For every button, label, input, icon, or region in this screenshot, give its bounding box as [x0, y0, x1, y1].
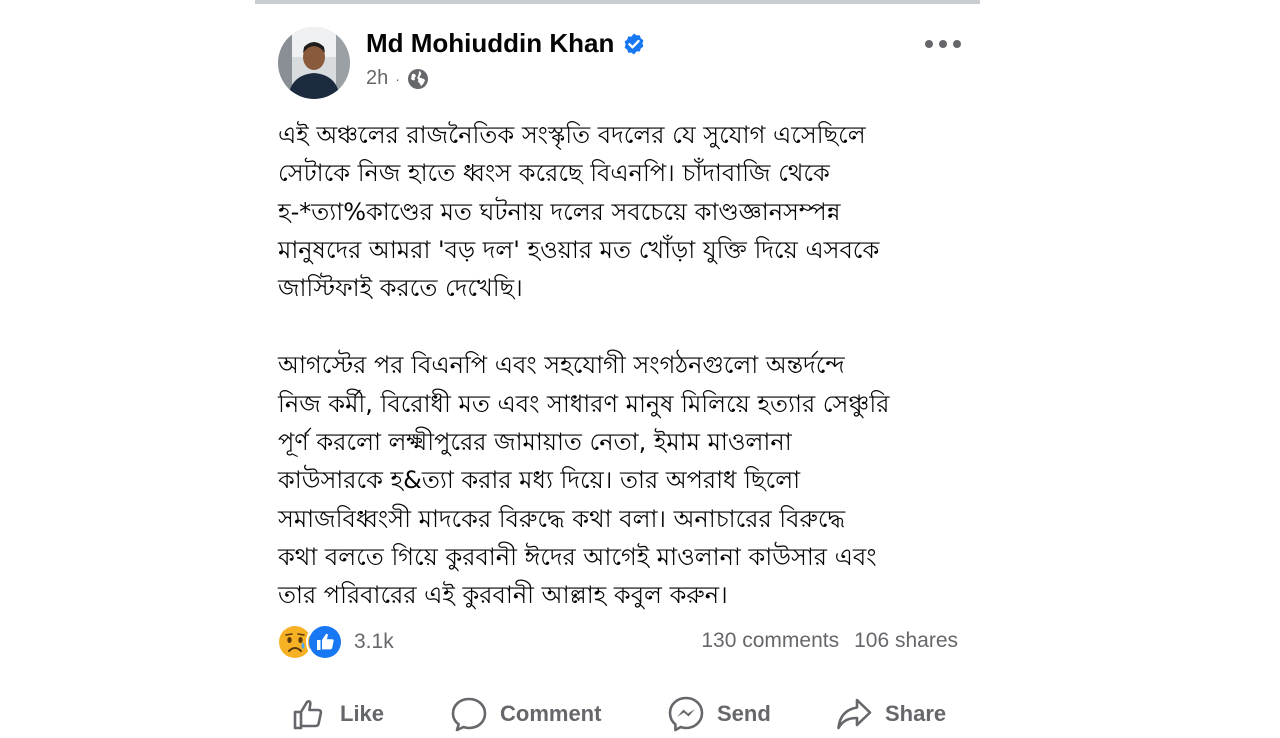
comment-label: Comment [500, 701, 602, 726]
post-actions: Like Comment Send Share [255, 690, 980, 738]
shares-count[interactable]: 106 shares [854, 629, 958, 653]
comment-icon [451, 697, 487, 732]
reaction-count: 3.1k [354, 630, 394, 653]
reaction-summary[interactable]: 3.1k [276, 623, 394, 661]
meta-separator: · [395, 70, 400, 87]
like-icon [293, 699, 323, 730]
post-body: এই অঞ্চলের রাজনৈতিক সংস্কৃতি বদলের যে সু… [278, 116, 968, 654]
author-avatar[interactable] [278, 27, 350, 99]
post-paragraph: এই অঞ্চলের রাজনৈতিক সংস্কৃতি বদলের যে সু… [278, 121, 880, 303]
post-timestamp[interactable]: 2h [366, 67, 388, 90]
globe-icon[interactable] [407, 68, 429, 90]
post-options-button[interactable] [915, 24, 971, 64]
send-label: Send [717, 701, 771, 726]
author-name[interactable]: Md Mohiuddin Khan [366, 28, 646, 59]
share-label: Share [885, 701, 947, 726]
like-label: Like [340, 701, 385, 726]
like-button[interactable]: Like [290, 690, 384, 738]
send-button[interactable]: Send [667, 690, 771, 738]
author-name-text[interactable]: Md Mohiuddin Khan [366, 28, 614, 59]
verified-badge-icon [622, 32, 646, 56]
messenger-icon [668, 696, 704, 732]
share-icon [837, 698, 872, 730]
share-button[interactable]: Share [835, 690, 946, 738]
post-meta: 2h · [366, 67, 429, 90]
feed-post: Md Mohiuddin Khan 2h · এই অঞ্চলের রাজনৈত… [255, 4, 980, 732]
like-reaction-icon [306, 623, 344, 661]
post-paragraph: আগস্টের পর বিএনপি এবং সহযোগী সংগঠনগুলো অ… [278, 351, 890, 610]
comment-button[interactable]: Comment [450, 690, 601, 738]
more-dots-icon [925, 40, 961, 48]
post-stats: 130 comments 106 shares [701, 629, 958, 653]
comments-count[interactable]: 130 comments [701, 629, 839, 653]
